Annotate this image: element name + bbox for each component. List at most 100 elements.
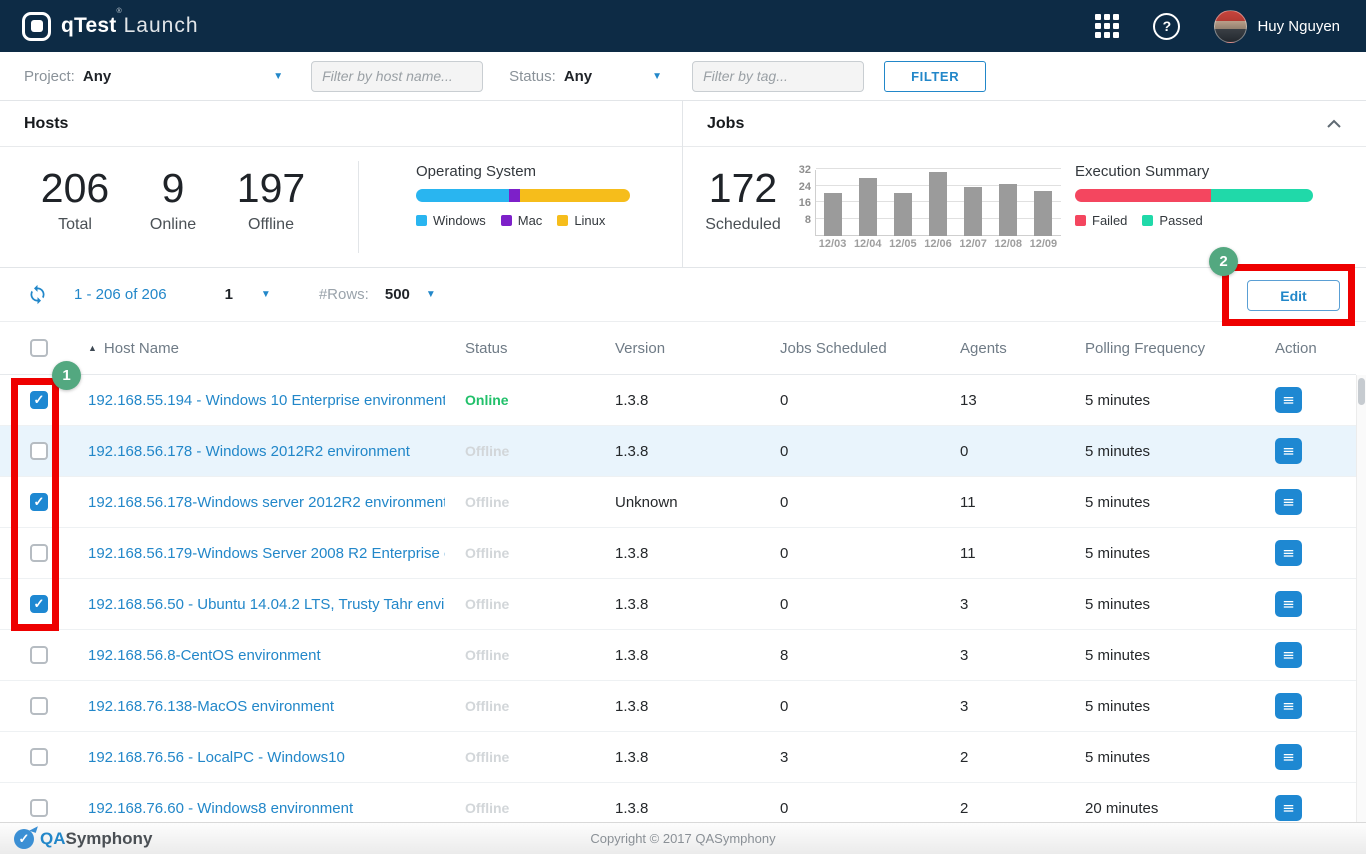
row-checkbox[interactable] xyxy=(30,748,48,766)
row-action-menu-button[interactable]: ≡ xyxy=(1275,489,1302,515)
execution-summary-chart: Execution Summary FailedPassed xyxy=(1075,163,1313,267)
version-cell: Unknown xyxy=(595,494,760,511)
column-header-host[interactable]: ▲ Host Name xyxy=(64,340,445,357)
status-badge: Offline xyxy=(445,749,595,765)
segment-mac xyxy=(509,189,520,202)
segment-linux xyxy=(520,189,630,202)
jobs-chart-x-axis: 12/0312/0412/0512/0612/0712/0812/09 xyxy=(815,238,1061,250)
select-all-checkbox[interactable] xyxy=(30,339,48,357)
agents-cell: 2 xyxy=(940,749,1065,766)
table-row[interactable]: 192.168.76.56 - LocalPC - Windows10 Offl… xyxy=(0,732,1356,783)
jobs-scheduled-cell: 0 xyxy=(760,596,940,613)
table-row[interactable]: 192.168.56.178-Windows server 2012R2 env… xyxy=(0,477,1356,528)
registered-mark: ® xyxy=(116,8,121,15)
app-logo[interactable]: qTest®Launch xyxy=(22,12,199,41)
hosts-panel-title: Hosts xyxy=(24,115,68,133)
filter-button[interactable]: FILTER xyxy=(884,61,986,92)
host-name-link[interactable]: 192.168.56.179-Windows Server 2008 R2 En… xyxy=(64,545,445,562)
host-name-link[interactable]: 192.168.56.50 - Ubuntu 14.04.2 LTS, Trus… xyxy=(64,596,445,613)
row-action-menu-button[interactable]: ≡ xyxy=(1275,387,1302,413)
project-caret-icon[interactable]: ▼ xyxy=(273,71,283,82)
host-name-link[interactable]: 192.168.76.56 - LocalPC - Windows10 xyxy=(64,749,445,766)
version-cell: 1.3.8 xyxy=(595,749,760,766)
rows-value: 500 xyxy=(385,286,410,303)
row-checkbox[interactable] xyxy=(30,544,48,562)
hosts-stats: 206 Total 9 Online 197 Offline xyxy=(0,147,320,267)
table-row[interactable]: 192.168.76.138-MacOS environment Offline… xyxy=(0,681,1356,732)
host-name-link[interactable]: 192.168.76.138-MacOS environment xyxy=(64,698,445,715)
version-cell: 1.3.8 xyxy=(595,392,760,409)
agents-cell: 11 xyxy=(940,494,1065,511)
row-checkbox[interactable] xyxy=(30,799,48,817)
host-name-link[interactable]: 192.168.76.60 - Windows8 environment xyxy=(64,800,445,817)
column-header-action: Action xyxy=(1255,340,1356,357)
tag-filter-input[interactable] xyxy=(692,61,864,92)
page-selector[interactable]: 1 ▼ xyxy=(225,286,271,303)
rows-label: #Rows: xyxy=(319,286,369,303)
row-checkbox[interactable] xyxy=(30,391,48,409)
row-action-menu-button[interactable]: ≡ xyxy=(1275,540,1302,566)
table-scrollbar[interactable] xyxy=(1356,375,1366,822)
row-action-menu-button[interactable]: ≡ xyxy=(1275,591,1302,617)
polling-frequency-cell: 5 minutes xyxy=(1065,647,1255,664)
status-value[interactable]: Any xyxy=(564,68,592,85)
jobs-stat-label: Scheduled xyxy=(703,216,783,234)
table-row[interactable]: 192.168.55.194 - Windows 10 Enterprise e… xyxy=(0,375,1356,426)
rows-selector[interactable]: #Rows: 500 ▼ xyxy=(319,286,436,303)
collapse-chevron-up-icon[interactable] xyxy=(1326,119,1342,129)
avatar[interactable] xyxy=(1214,10,1247,43)
agents-cell: 3 xyxy=(940,647,1065,664)
status-caret-icon[interactable]: ▼ xyxy=(652,71,662,82)
host-name-filter-input[interactable] xyxy=(311,61,483,92)
user-menu[interactable]: Huy Nguyen xyxy=(1214,10,1340,43)
host-name-link[interactable]: 192.168.56.8-CentOS environment xyxy=(64,647,445,664)
row-action-menu-button[interactable]: ≡ xyxy=(1275,438,1302,464)
bar-12/05 xyxy=(894,193,912,236)
table-row[interactable]: 192.168.56.8-CentOS environment Offline … xyxy=(0,630,1356,681)
row-checkbox[interactable] xyxy=(30,595,48,613)
host-name-link[interactable]: 192.168.55.194 - Windows 10 Enterprise e… xyxy=(64,392,445,409)
status-badge: Offline xyxy=(445,494,595,510)
agents-cell: 3 xyxy=(940,596,1065,613)
legend-item-mac: Mac xyxy=(501,213,543,228)
legend-item-failed: Failed xyxy=(1075,213,1127,228)
edit-button[interactable]: Edit xyxy=(1247,280,1340,311)
table-body: 192.168.55.194 - Windows 10 Enterprise e… xyxy=(0,375,1356,822)
jobs-panel: Jobs 172 Scheduled 8162432 12/0312/0412/… xyxy=(683,101,1366,267)
host-name-link[interactable]: 192.168.56.178-Windows server 2012R2 env… xyxy=(64,494,445,511)
agents-cell: 13 xyxy=(940,392,1065,409)
row-checkbox[interactable] xyxy=(30,493,48,511)
jobs-chart-plot: 12/0312/0412/0512/0612/0712/0812/09 xyxy=(815,170,1061,252)
row-checkbox[interactable] xyxy=(30,442,48,460)
row-action-menu-button[interactable]: ≡ xyxy=(1275,642,1302,668)
dashboard-panels: Hosts 206 Total 9 Online 197 Offline xyxy=(0,101,1366,268)
scrollbar-thumb[interactable] xyxy=(1358,378,1365,405)
row-action-menu-button[interactable]: ≡ xyxy=(1275,795,1302,821)
status-badge: Offline xyxy=(445,647,595,663)
column-header-polling[interactable]: Polling Frequency xyxy=(1065,340,1255,357)
column-header-status[interactable]: Status xyxy=(445,340,595,357)
jobs-stat-value: 172 xyxy=(703,165,783,212)
project-label: Project: xyxy=(24,68,75,85)
polling-frequency-cell: 20 minutes xyxy=(1065,800,1255,817)
table-row[interactable]: 192.168.56.179-Windows Server 2008 R2 En… xyxy=(0,528,1356,579)
host-name-link[interactable]: 192.168.56.178 - Windows 2012R2 environm… xyxy=(64,443,445,460)
project-value[interactable]: Any xyxy=(83,68,111,85)
column-header-jobs[interactable]: Jobs Scheduled xyxy=(760,340,940,357)
polling-frequency-cell: 5 minutes xyxy=(1065,392,1255,409)
refresh-icon[interactable] xyxy=(27,284,48,305)
row-action-menu-button[interactable]: ≡ xyxy=(1275,744,1302,770)
row-checkbox[interactable] xyxy=(30,697,48,715)
apps-grid-icon[interactable] xyxy=(1095,14,1119,38)
table-row[interactable]: 192.168.56.50 - Ubuntu 14.04.2 LTS, Trus… xyxy=(0,579,1356,630)
help-icon[interactable]: ? xyxy=(1153,13,1180,40)
row-action-menu-button[interactable]: ≡ xyxy=(1275,693,1302,719)
column-header-version[interactable]: Version xyxy=(595,340,760,357)
table-row[interactable]: 192.168.76.60 - Windows8 environment Off… xyxy=(0,783,1356,822)
page-value: 1 xyxy=(225,286,233,303)
column-header-agents[interactable]: Agents xyxy=(940,340,1065,357)
row-checkbox[interactable] xyxy=(30,646,48,664)
table-row[interactable]: 192.168.56.178 - Windows 2012R2 environm… xyxy=(0,426,1356,477)
polling-frequency-cell: 5 minutes xyxy=(1065,545,1255,562)
execution-legend: FailedPassed xyxy=(1075,213,1313,228)
